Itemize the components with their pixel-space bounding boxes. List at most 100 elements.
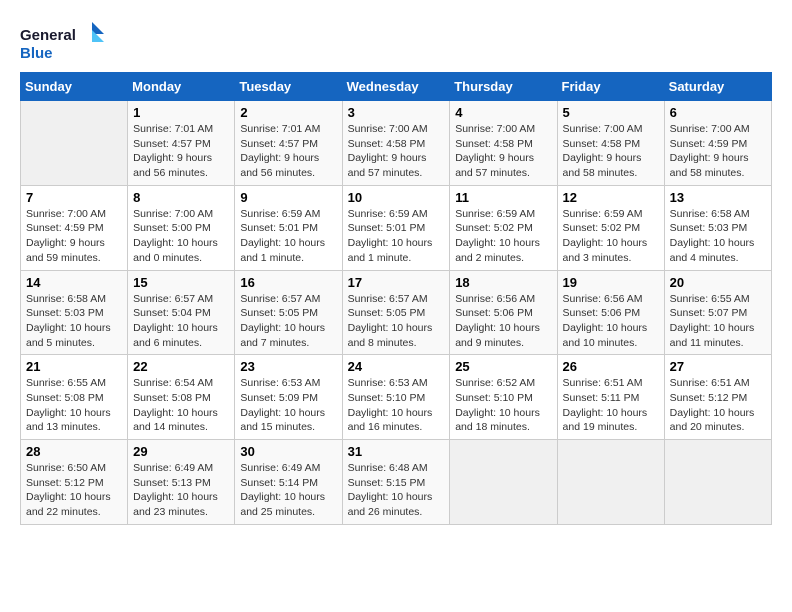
day-info: Sunrise: 6:58 AM Sunset: 5:03 PM Dayligh… [670, 207, 766, 266]
day-info: Sunrise: 6:58 AM Sunset: 5:03 PM Dayligh… [26, 292, 122, 351]
day-number: 15 [133, 275, 229, 290]
day-info: Sunrise: 7:00 AM Sunset: 4:58 PM Dayligh… [563, 122, 659, 181]
page-header: General Blue [20, 20, 772, 64]
day-number: 27 [670, 359, 766, 374]
calendar-cell: 28 Sunrise: 6:50 AM Sunset: 5:12 PM Dayli… [21, 440, 128, 525]
day-info: Sunrise: 6:51 AM Sunset: 5:12 PM Dayligh… [670, 376, 766, 435]
day-number: 21 [26, 359, 122, 374]
day-info: Sunrise: 6:49 AM Sunset: 5:14 PM Dayligh… [240, 461, 336, 520]
day-number: 13 [670, 190, 766, 205]
day-number: 26 [563, 359, 659, 374]
calendar-cell: 16 Sunrise: 6:57 AM Sunset: 5:05 PM Dayli… [235, 270, 342, 355]
calendar-cell: 14 Sunrise: 6:58 AM Sunset: 5:03 PM Dayli… [21, 270, 128, 355]
weekday-header: Thursday [450, 73, 557, 101]
calendar-cell [664, 440, 771, 525]
day-number: 18 [455, 275, 551, 290]
calendar-week-row: 1 Sunrise: 7:01 AM Sunset: 4:57 PM Daylig… [21, 101, 772, 186]
day-number: 19 [563, 275, 659, 290]
day-info: Sunrise: 6:55 AM Sunset: 5:08 PM Dayligh… [26, 376, 122, 435]
day-number: 6 [670, 105, 766, 120]
logo: General Blue [20, 20, 110, 64]
day-info: Sunrise: 7:00 AM Sunset: 4:58 PM Dayligh… [455, 122, 551, 181]
day-info: Sunrise: 7:00 AM Sunset: 4:59 PM Dayligh… [26, 207, 122, 266]
day-info: Sunrise: 6:59 AM Sunset: 5:02 PM Dayligh… [563, 207, 659, 266]
calendar-cell: 25 Sunrise: 6:52 AM Sunset: 5:10 PM Dayli… [450, 355, 557, 440]
calendar-cell: 17 Sunrise: 6:57 AM Sunset: 5:05 PM Dayli… [342, 270, 450, 355]
day-info: Sunrise: 7:00 AM Sunset: 4:58 PM Dayligh… [348, 122, 445, 181]
calendar-cell: 4 Sunrise: 7:00 AM Sunset: 4:58 PM Daylig… [450, 101, 557, 186]
calendar-cell: 29 Sunrise: 6:49 AM Sunset: 5:13 PM Dayli… [128, 440, 235, 525]
day-number: 17 [348, 275, 445, 290]
calendar-week-row: 21 Sunrise: 6:55 AM Sunset: 5:08 PM Dayli… [21, 355, 772, 440]
day-number: 2 [240, 105, 336, 120]
day-number: 31 [348, 444, 445, 459]
calendar-cell: 27 Sunrise: 6:51 AM Sunset: 5:12 PM Dayli… [664, 355, 771, 440]
day-number: 11 [455, 190, 551, 205]
calendar-cell: 26Sunrise: 6:51 AM Sunset: 5:11 PM Dayli… [557, 355, 664, 440]
day-number: 3 [348, 105, 445, 120]
weekday-header: Wednesday [342, 73, 450, 101]
calendar-week-row: 14 Sunrise: 6:58 AM Sunset: 5:03 PM Dayli… [21, 270, 772, 355]
day-info: Sunrise: 6:48 AM Sunset: 5:15 PM Dayligh… [348, 461, 445, 520]
day-info: Sunrise: 6:57 AM Sunset: 5:04 PM Dayligh… [133, 292, 229, 351]
calendar-cell: 11 Sunrise: 6:59 AM Sunset: 5:02 PM Dayli… [450, 185, 557, 270]
calendar-cell: 9Sunrise: 6:59 AM Sunset: 5:01 PM Daylig… [235, 185, 342, 270]
day-number: 16 [240, 275, 336, 290]
calendar-cell [21, 101, 128, 186]
calendar-cell: 15 Sunrise: 6:57 AM Sunset: 5:04 PM Dayli… [128, 270, 235, 355]
day-info: Sunrise: 6:57 AM Sunset: 5:05 PM Dayligh… [348, 292, 445, 351]
calendar-cell: 23 Sunrise: 6:53 AM Sunset: 5:09 PM Dayli… [235, 355, 342, 440]
calendar-week-row: 7 Sunrise: 7:00 AM Sunset: 4:59 PM Daylig… [21, 185, 772, 270]
day-info: Sunrise: 6:53 AM Sunset: 5:10 PM Dayligh… [348, 376, 445, 435]
day-number: 29 [133, 444, 229, 459]
day-info: Sunrise: 7:01 AM Sunset: 4:57 PM Dayligh… [133, 122, 229, 181]
calendar-cell: 31 Sunrise: 6:48 AM Sunset: 5:15 PM Dayli… [342, 440, 450, 525]
day-number: 14 [26, 275, 122, 290]
day-number: 28 [26, 444, 122, 459]
day-number: 7 [26, 190, 122, 205]
day-number: 4 [455, 105, 551, 120]
weekday-header: Sunday [21, 73, 128, 101]
day-number: 10 [348, 190, 445, 205]
day-number: 30 [240, 444, 336, 459]
calendar-week-row: 28 Sunrise: 6:50 AM Sunset: 5:12 PM Dayli… [21, 440, 772, 525]
day-info: Sunrise: 7:00 AM Sunset: 4:59 PM Dayligh… [670, 122, 766, 181]
day-number: 8 [133, 190, 229, 205]
svg-text:Blue: Blue [20, 45, 53, 62]
day-number: 20 [670, 275, 766, 290]
weekday-header: Monday [128, 73, 235, 101]
calendar-cell [557, 440, 664, 525]
calendar-cell: 24 Sunrise: 6:53 AM Sunset: 5:10 PM Dayli… [342, 355, 450, 440]
calendar-cell: 2Sunrise: 7:01 AM Sunset: 4:57 PM Daylig… [235, 101, 342, 186]
day-info: Sunrise: 6:53 AM Sunset: 5:09 PM Dayligh… [240, 376, 336, 435]
weekday-header: Tuesday [235, 73, 342, 101]
day-number: 5 [563, 105, 659, 120]
calendar-cell: 22Sunrise: 6:54 AM Sunset: 5:08 PM Dayli… [128, 355, 235, 440]
day-number: 9 [240, 190, 336, 205]
calendar-cell: 12Sunrise: 6:59 AM Sunset: 5:02 PM Dayli… [557, 185, 664, 270]
day-info: Sunrise: 7:00 AM Sunset: 5:00 PM Dayligh… [133, 207, 229, 266]
day-number: 23 [240, 359, 336, 374]
calendar-cell: 5 Sunrise: 7:00 AM Sunset: 4:58 PM Daylig… [557, 101, 664, 186]
day-info: Sunrise: 6:57 AM Sunset: 5:05 PM Dayligh… [240, 292, 336, 351]
day-info: Sunrise: 6:50 AM Sunset: 5:12 PM Dayligh… [26, 461, 122, 520]
day-number: 24 [348, 359, 445, 374]
day-info: Sunrise: 6:49 AM Sunset: 5:13 PM Dayligh… [133, 461, 229, 520]
day-info: Sunrise: 6:56 AM Sunset: 5:06 PM Dayligh… [455, 292, 551, 351]
day-number: 22 [133, 359, 229, 374]
weekday-header: Friday [557, 73, 664, 101]
day-number: 1 [133, 105, 229, 120]
calendar-cell: 7 Sunrise: 7:00 AM Sunset: 4:59 PM Daylig… [21, 185, 128, 270]
calendar-cell: 1 Sunrise: 7:01 AM Sunset: 4:57 PM Daylig… [128, 101, 235, 186]
day-info: Sunrise: 6:59 AM Sunset: 5:02 PM Dayligh… [455, 207, 551, 266]
day-info: Sunrise: 6:56 AM Sunset: 5:06 PM Dayligh… [563, 292, 659, 351]
day-number: 25 [455, 359, 551, 374]
day-info: Sunrise: 6:59 AM Sunset: 5:01 PM Dayligh… [348, 207, 445, 266]
calendar-cell: 6 Sunrise: 7:00 AM Sunset: 4:59 PM Daylig… [664, 101, 771, 186]
calendar-cell [450, 440, 557, 525]
calendar-table: SundayMondayTuesdayWednesdayThursdayFrid… [20, 72, 772, 525]
calendar-cell: 19 Sunrise: 6:56 AM Sunset: 5:06 PM Dayli… [557, 270, 664, 355]
calendar-cell: 8 Sunrise: 7:00 AM Sunset: 5:00 PM Daylig… [128, 185, 235, 270]
day-info: Sunrise: 6:52 AM Sunset: 5:10 PM Dayligh… [455, 376, 551, 435]
calendar-cell: 20Sunrise: 6:55 AM Sunset: 5:07 PM Dayli… [664, 270, 771, 355]
